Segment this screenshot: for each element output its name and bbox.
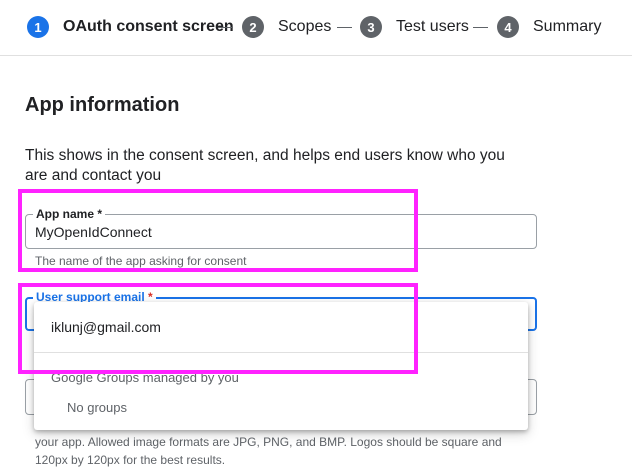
step-scopes[interactable]: 2 Scopes [242,15,331,39]
dropdown-group-heading: Google Groups managed by you [51,370,239,385]
step-label: Scopes [278,18,332,35]
step-oauth-consent-screen[interactable]: 1 OAuth consent screen [27,15,234,39]
step-number-badge: 1 [27,16,49,38]
dropdown-empty-text: No groups [67,400,127,415]
email-dropdown-menu: iklunj@gmail.com Google Groups managed b… [34,302,528,430]
step-number-badge: 3 [360,16,382,38]
step-connector [218,27,233,28]
app-name-label: App name * [33,207,106,221]
app-name-hint: The name of the app asking for consent [35,254,247,268]
section-description: This shows in the consent screen, and he… [25,147,505,184]
dropdown-option-email[interactable]: iklunj@gmail.com [34,310,528,344]
app-name-field[interactable]: App name * MyOpenIdConnect [25,207,537,249]
step-label: Summary [533,18,602,35]
logo-help-text: your app. Allowed image formats are JPG,… [35,435,502,467]
step-connector [337,27,352,28]
consent-screen-form: App information This shows in the consen… [0,57,632,472]
step-label: OAuth consent screen [63,18,234,35]
section-title: App information [25,94,180,116]
step-number-badge: 4 [497,16,519,38]
app-name-value: MyOpenIdConnect [35,224,152,240]
step-connector [473,27,488,28]
step-label: Test users [396,18,469,35]
step-summary[interactable]: 4 Summary [497,15,601,39]
setup-stepper: 1 OAuth consent screen 2 Scopes 3 Test u… [0,0,632,56]
dropdown-divider [34,352,528,353]
step-test-users[interactable]: 3 Test users [360,15,469,39]
step-number-badge: 2 [242,16,264,38]
